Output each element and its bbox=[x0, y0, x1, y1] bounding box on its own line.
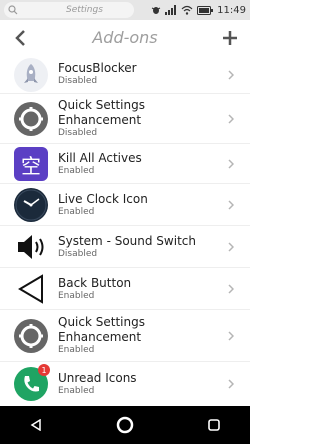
addon-name: FocusBlocker bbox=[58, 61, 137, 75]
addon-row[interactable]: Quick Settings Enhancement Enabled bbox=[0, 310, 250, 362]
status-bar: Settings 11:49 bbox=[0, 0, 250, 20]
chevron-right-icon bbox=[228, 268, 236, 309]
wifi-icon bbox=[181, 5, 193, 15]
plus-icon bbox=[223, 31, 237, 45]
addon-name: Quick Settings bbox=[58, 315, 145, 329]
addon-status: Disabled bbox=[58, 128, 98, 138]
addon-row[interactable]: System - Sound Switch Disabled bbox=[0, 226, 250, 268]
addon-name: Back Button bbox=[58, 276, 132, 290]
addon-row[interactable]: 空 Kill All Actives Enabled bbox=[0, 144, 250, 184]
addon-status: Enabled bbox=[58, 166, 95, 176]
addon-row[interactable]: 1 Unread Icons Enabled bbox=[0, 362, 250, 406]
addon-name: Unread Icons bbox=[58, 371, 137, 385]
addon-row[interactable]: FocusBlocker Disabled bbox=[0, 56, 250, 94]
status-search-text: Settings bbox=[66, 5, 103, 15]
chevron-right-icon bbox=[228, 362, 236, 406]
chevron-right-icon bbox=[228, 56, 236, 93]
page-title: Add-ons bbox=[92, 28, 158, 47]
chevron-right-icon bbox=[228, 184, 236, 225]
addon-status: Enabled bbox=[58, 386, 95, 396]
addon-name: System - Sound Switch bbox=[58, 234, 196, 248]
addon-status: Enabled bbox=[58, 345, 95, 355]
addon-list: FocusBlocker Disabled Quick Settings Enh… bbox=[0, 56, 250, 406]
addon-name-line2: Enhancement bbox=[58, 113, 142, 127]
nav-recents-button[interactable] bbox=[202, 413, 226, 437]
rocket-icon bbox=[14, 58, 48, 92]
status-indicators: 11:49 bbox=[151, 0, 246, 20]
back-triangle-icon bbox=[14, 272, 48, 306]
clock-icon bbox=[14, 188, 48, 222]
addon-name: Kill All Actives bbox=[58, 151, 142, 165]
kanji-kong-icon: 空 bbox=[14, 147, 48, 181]
addon-status: Enabled bbox=[58, 207, 95, 217]
gear-icon bbox=[14, 319, 48, 353]
nav-back-button[interactable] bbox=[24, 413, 48, 437]
signal-icon bbox=[165, 5, 177, 15]
gear-icon bbox=[14, 102, 48, 136]
addon-status: Disabled bbox=[58, 249, 98, 259]
status-time: 11:49 bbox=[217, 4, 246, 16]
addon-name: Live Clock Icon bbox=[58, 192, 148, 206]
nav-back-icon bbox=[30, 419, 41, 431]
chevron-right-icon bbox=[228, 144, 236, 183]
unread-badge: 1 bbox=[38, 364, 50, 376]
chevron-right-icon bbox=[228, 94, 236, 143]
battery-icon bbox=[197, 5, 214, 15]
nav-recents-icon bbox=[208, 419, 220, 431]
addon-status: Disabled bbox=[58, 76, 98, 86]
addon-status: Enabled bbox=[58, 291, 95, 301]
chevron-right-icon bbox=[228, 226, 236, 267]
addon-name: Quick Settings bbox=[58, 98, 145, 112]
app-bar: Add-ons bbox=[0, 20, 250, 56]
status-search-field[interactable]: Settings bbox=[4, 2, 134, 18]
addon-name-line2: Enhancement bbox=[58, 330, 142, 344]
addon-row[interactable]: Quick Settings Enhancement Disabled bbox=[0, 94, 250, 144]
chevron-right-icon bbox=[228, 310, 236, 361]
bug-icon bbox=[151, 7, 161, 14]
navigation-bar bbox=[0, 406, 250, 444]
addon-row[interactable]: Live Clock Icon Enabled bbox=[0, 184, 250, 226]
nav-home-icon bbox=[116, 416, 134, 434]
speaker-icon bbox=[14, 230, 48, 264]
search-icon bbox=[8, 5, 18, 15]
add-button[interactable] bbox=[220, 26, 240, 50]
nav-home-button[interactable] bbox=[113, 413, 137, 437]
addon-row[interactable]: Back Button Enabled bbox=[0, 268, 250, 310]
